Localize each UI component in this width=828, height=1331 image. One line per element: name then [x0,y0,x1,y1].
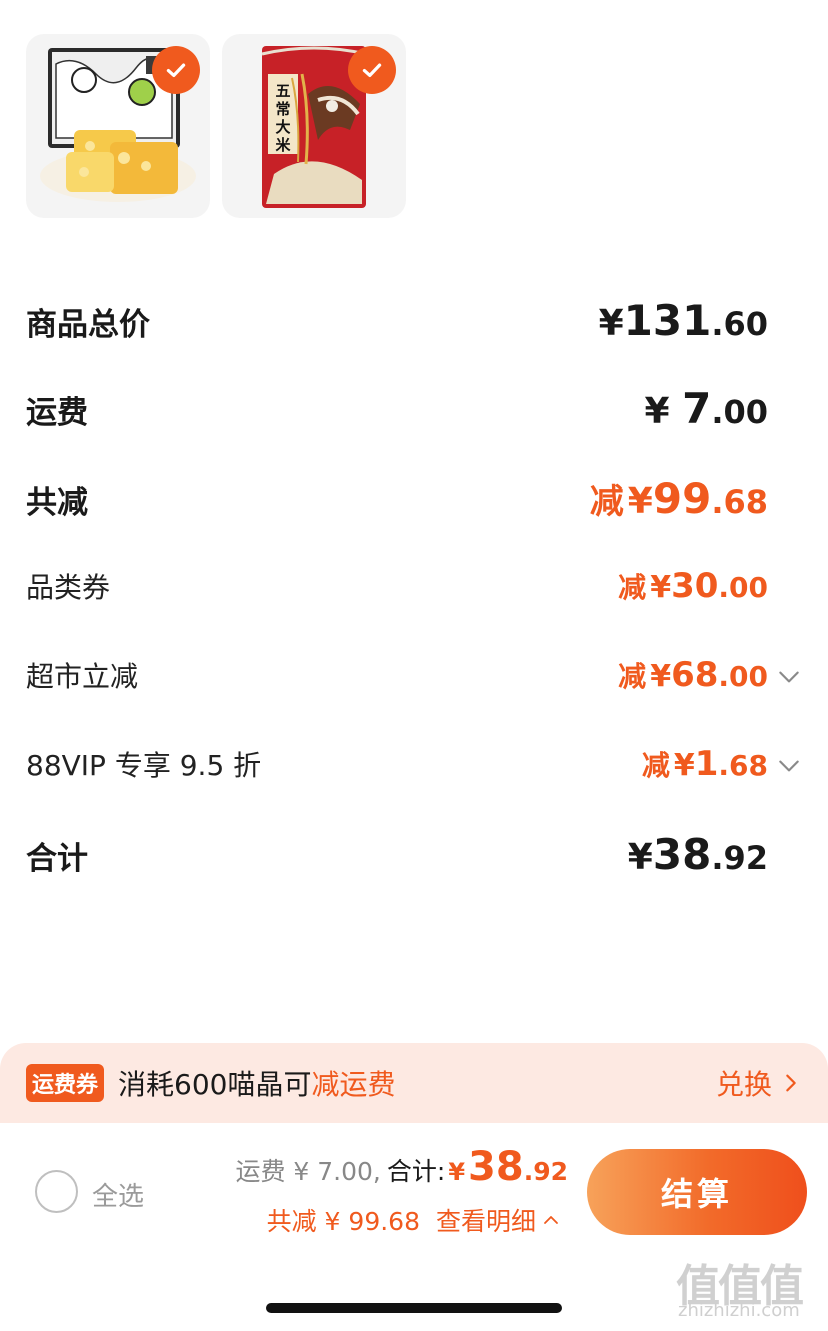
shipping-amount: ¥ 7.00 [644,384,768,433]
amount-integer: 1 [694,744,719,784]
reduce-prefix: 减 [618,660,647,693]
amount-integer: 7 [682,384,712,433]
currency-symbol: ¥ [650,570,672,605]
chevron-down-icon[interactable] [776,753,802,779]
checkmark-icon [166,63,186,78]
banner-text: 消耗600喵晶可 [118,1068,312,1101]
vip-discount-label: 88VIP 专享 9.5 折 [26,749,262,782]
sum-amount: ¥38.92 [628,830,768,879]
bottom-total-label: 合计: [386,1157,446,1186]
category-coupon-amount: 减 ¥30.00 [618,566,768,606]
category-coupon-label: 品类券 [26,571,111,604]
select-all-label[interactable]: 全选 [92,1176,144,1213]
rice-bag-title-3: 大 [275,118,290,136]
rice-bag-title-1: 五 [275,82,290,100]
product-thumbnail-rice[interactable]: 五 常 大 米 [222,34,406,218]
amount-decimal: .00 [718,571,768,604]
goods-total-row: 商品总价 ¥131.60 [26,296,768,345]
amount-integer: 38 [652,830,712,879]
currency-symbol: ¥ [673,748,695,783]
checkmark-icon [362,63,382,78]
currency-symbol: ¥ [627,481,653,522]
total-reduce-row: 共减 减 ¥99.68 [26,474,768,523]
amount-decimal: .60 [711,305,768,343]
amount-integer: 99 [652,474,712,523]
amount-integer: 131 [623,296,712,345]
banner-highlight-text: 减运费 [311,1068,396,1101]
amount-integer: 38 [468,1144,524,1190]
amount-integer: 68 [671,655,719,695]
shipping-label: 运费 [26,395,88,431]
sum-row: 合计 ¥38.92 [26,830,768,879]
amount-decimal: .68 [718,749,768,782]
amount-decimal: .68 [711,483,768,521]
home-indicator[interactable] [266,1303,562,1313]
supermarket-off-amount: 减 ¥68.00 [618,655,768,695]
shipping-row: 运费 ¥ 7.00 [26,384,768,433]
selected-check-badge[interactable] [348,46,396,94]
redeem-button[interactable]: 兑换 [716,1063,802,1103]
vip-discount-amount: 减 ¥1.68 [642,744,768,784]
currency-symbol: ¥ [448,1158,466,1186]
reduce-prefix: 减 [618,571,647,604]
view-detail-link[interactable]: 查看明细 [436,1202,536,1238]
amount-integer: 30 [671,566,719,606]
rice-bag-title-4: 米 [275,136,291,154]
amount-decimal: .92 [523,1157,568,1186]
supermarket-off-row[interactable]: 超市立减 减 ¥68.00 [26,655,768,695]
currency-symbol: ¥ [598,303,624,344]
reduce-prefix: 减 [641,749,670,782]
goods-total-label: 商品总价 [26,307,150,343]
checkout-button[interactable]: 结算 [587,1149,807,1235]
category-coupon-row: 品类券 减 ¥30.00 [26,566,768,606]
watermark-url: zhizhizhi.com [678,1300,800,1321]
amount-decimal: .92 [711,839,768,877]
vip-discount-row[interactable]: 88VIP 专享 9.5 折 减 ¥1.68 [26,744,768,784]
supermarket-off-label: 超市立减 [26,660,139,693]
bottom-shipping-note: 运费 ¥ 7.00, [235,1157,381,1186]
total-reduce-label: 共减 [26,485,88,521]
shipping-coupon-tag: 运费券 [26,1064,105,1102]
bottom-save-note: 共减 ¥ 99.68 [266,1207,420,1236]
bottom-save-line: 共减 ¥ 99.68 查看明细 [267,1202,560,1238]
currency-symbol: ¥ [627,837,653,878]
amount-decimal: .00 [711,393,768,431]
amount-decimal: .00 [718,660,768,693]
selected-products: 五 常 大 米 [26,34,406,218]
selected-check-badge[interactable] [152,46,200,94]
reduce-prefix: 减 [589,482,624,522]
shipping-coupon-banner[interactable]: 运费券 消耗600喵晶可 减运费 兑换 [0,1043,828,1123]
bottom-total-amount: ¥38.92 [445,1144,568,1190]
sum-label: 合计 [26,841,88,877]
select-all-radio[interactable] [35,1170,78,1213]
chevron-down-icon[interactable] [776,664,802,690]
bottom-total-line: 运费 ¥ 7.00, 合计: ¥38.92 [235,1144,568,1190]
currency-symbol: ¥ [644,391,683,432]
redeem-label: 兑换 [715,1068,772,1101]
chevron-up-icon[interactable] [542,1211,560,1229]
rice-bag-title-2: 常 [275,100,290,118]
total-reduce-amount: 减 ¥99.68 [590,474,768,523]
goods-total-amount: ¥131.60 [599,296,768,345]
product-thumbnail-cheese-cake[interactable] [26,34,210,218]
chevron-right-icon [786,1074,796,1092]
currency-symbol: ¥ [650,659,672,694]
